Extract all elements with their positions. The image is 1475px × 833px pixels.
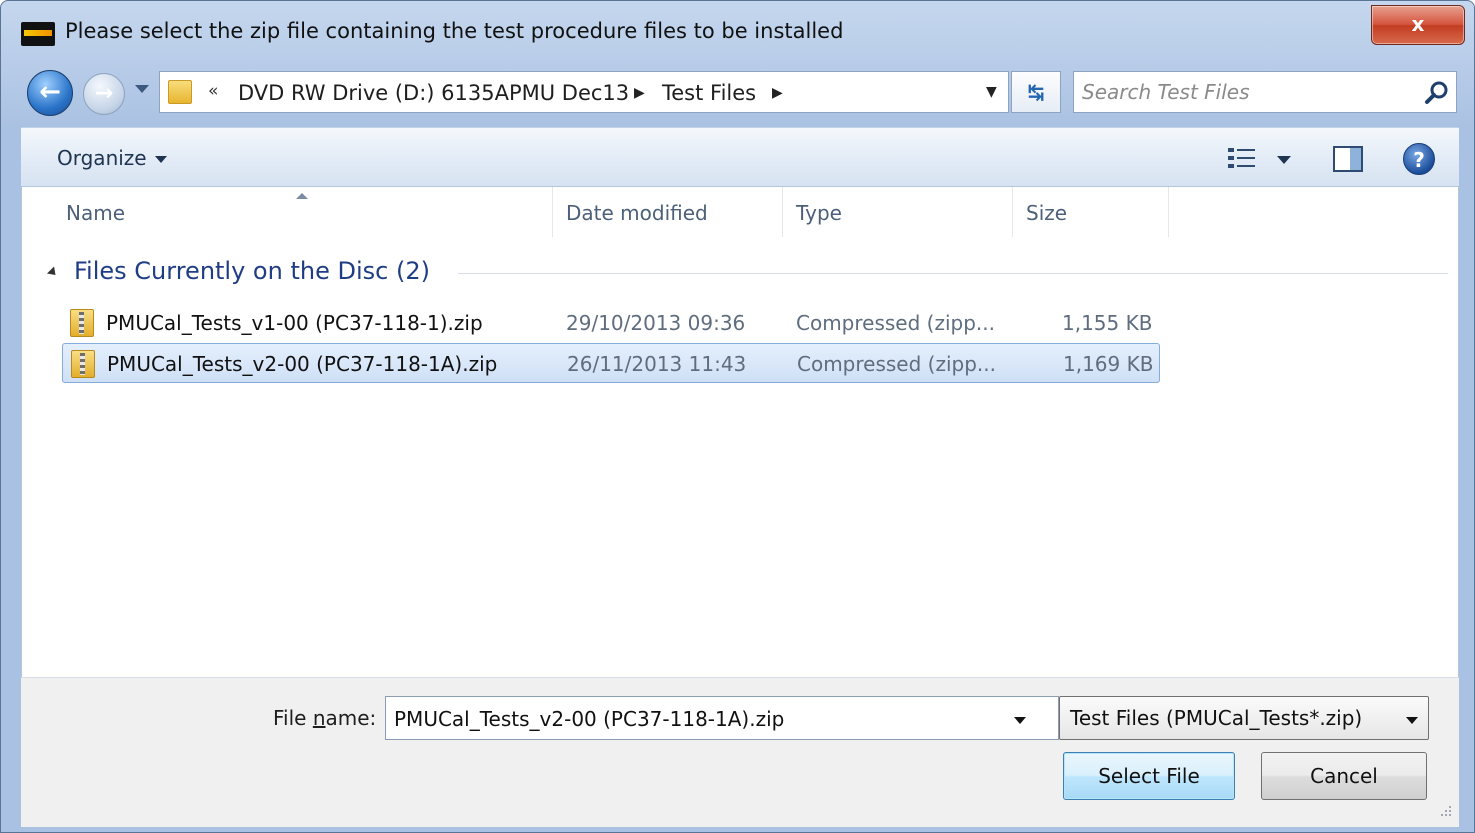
search-icon[interactable] bbox=[1424, 80, 1450, 106]
forward-arrow-icon: → bbox=[94, 81, 114, 106]
group-title: Files Currently on the Disc (2) bbox=[74, 257, 430, 285]
file-type-filter[interactable]: Test Files (PMUCal_Tests*.zip) bbox=[1059, 696, 1429, 740]
select-file-button[interactable]: Select File bbox=[1063, 752, 1235, 800]
collapse-toggle-icon[interactable] bbox=[46, 266, 60, 279]
close-button[interactable]: x bbox=[1371, 5, 1465, 45]
column-divider[interactable] bbox=[1012, 187, 1013, 237]
forward-button[interactable]: → bbox=[83, 73, 125, 115]
column-size[interactable]: Size bbox=[1026, 201, 1067, 225]
folder-icon bbox=[168, 80, 192, 104]
address-dropdown-icon[interactable]: ▼ bbox=[986, 84, 997, 100]
app-icon bbox=[21, 22, 55, 46]
chevron-down-icon bbox=[1406, 717, 1418, 724]
file-size: 1,169 KB bbox=[1063, 352, 1154, 376]
file-date: 29/10/2013 09:36 bbox=[566, 311, 746, 335]
back-button[interactable]: ← bbox=[27, 70, 73, 116]
command-toolbar: Organize ? bbox=[21, 127, 1459, 187]
file-type: Compressed (zipp... bbox=[797, 352, 996, 376]
file-list: Name Date modified Type Size Files Curre… bbox=[21, 187, 1459, 677]
window-title: Please select the zip file containing th… bbox=[65, 19, 844, 43]
breadcrumb-overflow[interactable]: « bbox=[208, 81, 218, 101]
organize-label: Organize bbox=[57, 146, 147, 170]
recent-locations-dropdown[interactable] bbox=[135, 85, 149, 93]
address-bar[interactable]: « DVD RW Drive (D:) 6135APMU Dec13 ▶ Tes… bbox=[159, 71, 1009, 113]
refresh-button[interactable]: ↹ bbox=[1011, 71, 1061, 113]
cancel-button[interactable]: Cancel bbox=[1261, 752, 1427, 800]
navigation-bar: ← → « DVD RW Drive (D:) 6135APMU Dec13 ▶… bbox=[1, 63, 1474, 123]
zip-folder-icon bbox=[70, 309, 94, 337]
column-headers: Name Date modified Type Size bbox=[22, 187, 1458, 239]
breadcrumb-separator-icon[interactable]: ▶ bbox=[772, 85, 783, 101]
file-row-selected[interactable]: PMUCal_Tests_v2-00 (PC37-118-1A).zip 26/… bbox=[62, 343, 1160, 383]
file-name-input[interactable] bbox=[394, 703, 994, 735]
file-name-label-end: ame: bbox=[325, 706, 377, 730]
column-divider[interactable] bbox=[1168, 187, 1169, 237]
file-type-filter-value: Test Files (PMUCal_Tests*.zip) bbox=[1070, 706, 1363, 730]
search-box[interactable] bbox=[1073, 71, 1457, 113]
file-row[interactable]: PMUCal_Tests_v1-00 (PC37-118-1).zip 29/1… bbox=[62, 303, 1160, 343]
file-size: 1,155 KB bbox=[1062, 311, 1153, 335]
breadcrumb-separator-icon[interactable]: ▶ bbox=[634, 85, 645, 101]
column-type[interactable]: Type bbox=[796, 201, 842, 225]
resize-grip-icon[interactable] bbox=[1439, 804, 1453, 818]
file-name-label-accelerator: n bbox=[312, 706, 326, 730]
refresh-icon: ↹ bbox=[1027, 80, 1045, 104]
column-divider[interactable] bbox=[552, 187, 553, 237]
preview-pane-icon[interactable] bbox=[1333, 146, 1363, 172]
file-name: PMUCal_Tests_v1-00 (PC37-118-1).zip bbox=[106, 311, 483, 335]
file-type: Compressed (zipp... bbox=[796, 311, 995, 335]
file-name-label-start: File bbox=[273, 706, 313, 730]
views-icon[interactable] bbox=[1227, 146, 1257, 170]
views-dropdown-icon[interactable] bbox=[1277, 156, 1291, 164]
title-bar: Please select the zip file containing th… bbox=[1, 1, 1474, 63]
file-name-label: File name: bbox=[273, 706, 376, 730]
dialog-footer: File name: Test Files (PMUCal_Tests*.zip… bbox=[21, 677, 1459, 827]
column-name[interactable]: Name bbox=[66, 201, 125, 225]
breadcrumb-test-files[interactable]: Test Files bbox=[662, 81, 756, 105]
chevron-down-icon bbox=[154, 156, 167, 163]
group-divider bbox=[458, 273, 1448, 274]
back-arrow-icon: ← bbox=[39, 77, 61, 107]
column-divider[interactable] bbox=[782, 187, 783, 237]
group-header[interactable]: Files Currently on the Disc (2) bbox=[46, 257, 1448, 293]
file-date: 26/11/2013 11:43 bbox=[567, 352, 747, 376]
breadcrumb-dvd-drive[interactable]: DVD RW Drive (D:) 6135APMU Dec13 bbox=[238, 81, 629, 105]
zip-folder-icon bbox=[71, 350, 95, 378]
chevron-down-icon[interactable] bbox=[1014, 717, 1026, 724]
file-open-dialog: Please select the zip file containing th… bbox=[0, 0, 1475, 833]
search-input[interactable] bbox=[1082, 76, 1412, 108]
sort-ascending-icon bbox=[296, 193, 308, 199]
file-name-combo[interactable] bbox=[385, 696, 1059, 740]
column-date-modified[interactable]: Date modified bbox=[566, 201, 708, 225]
organize-button[interactable]: Organize bbox=[57, 146, 167, 170]
file-name: PMUCal_Tests_v2-00 (PC37-118-1A).zip bbox=[107, 352, 498, 376]
help-icon[interactable]: ? bbox=[1403, 143, 1435, 175]
